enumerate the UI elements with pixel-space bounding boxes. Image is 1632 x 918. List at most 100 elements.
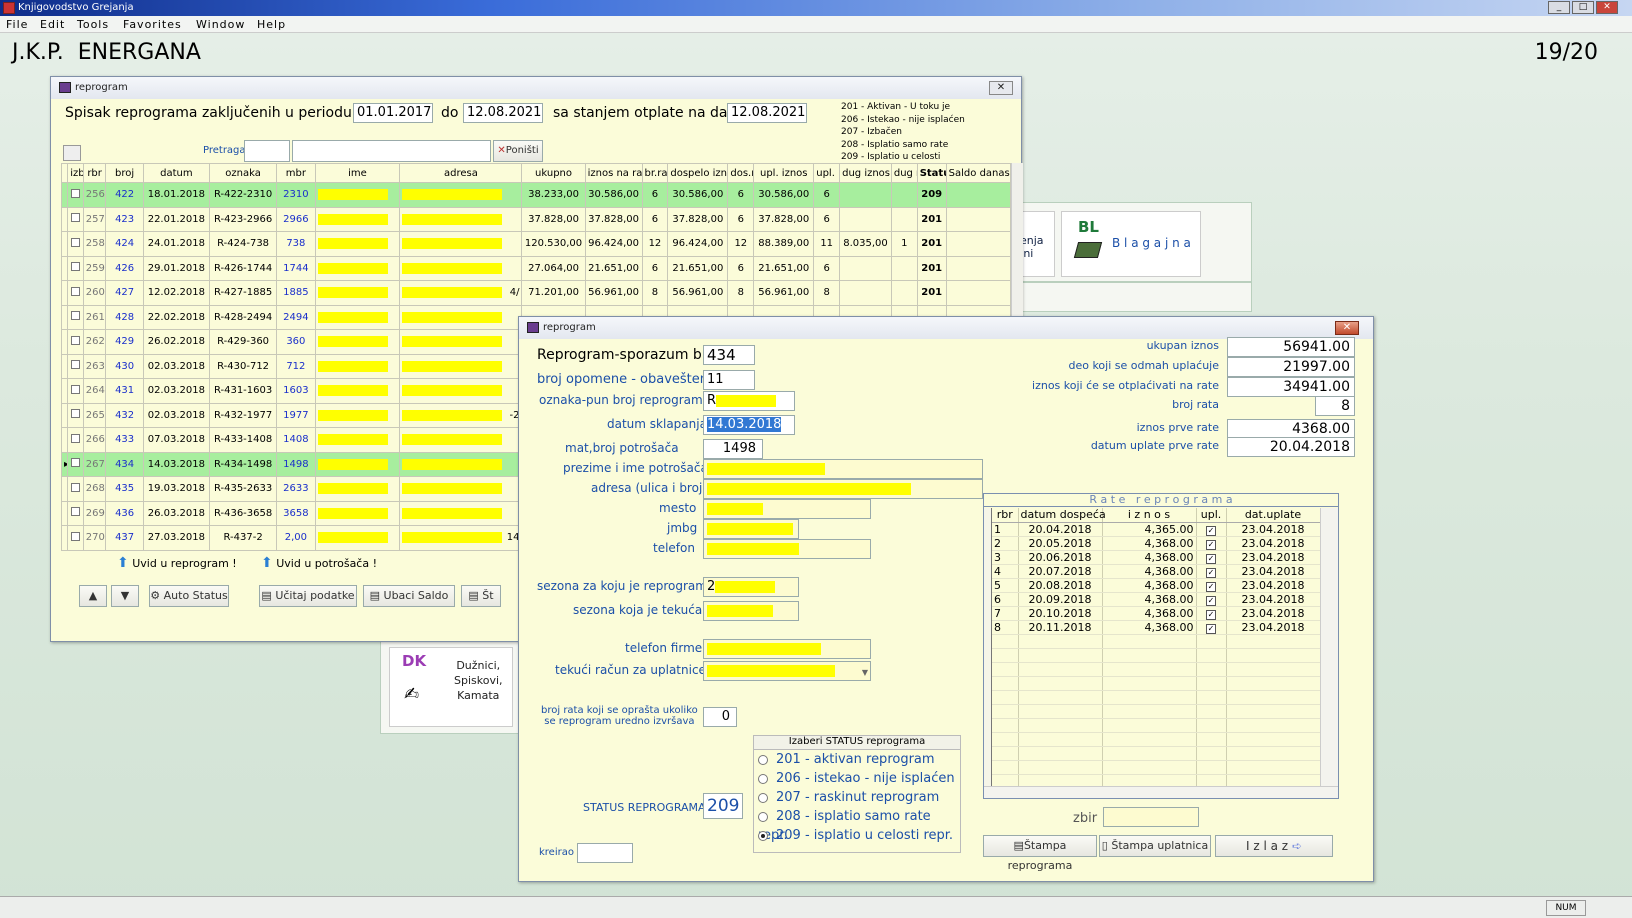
izbor-checkbox[interactable] xyxy=(67,378,84,404)
rate-row[interactable]: 8 20.11.2018 4,368.00 ✓ 23.04.2018 xyxy=(992,620,1321,635)
col-mbr[interactable]: mbr xyxy=(276,163,316,183)
prva-field[interactable]: 4368.00 xyxy=(1227,419,1355,439)
menu-window[interactable]: Window xyxy=(196,18,245,31)
jmbg-field[interactable] xyxy=(703,519,799,539)
prezime-field[interactable] xyxy=(703,459,983,479)
row-checkbox[interactable] xyxy=(70,458,80,468)
menu-tools[interactable]: Tools xyxy=(77,18,109,31)
menu-help[interactable]: Help xyxy=(257,18,286,31)
col-oznaka[interactable]: oznaka xyxy=(208,163,278,183)
col-dug-r[interactable]: dug r. xyxy=(890,163,918,183)
row-checkbox[interactable] xyxy=(70,262,80,272)
telfirme-field[interactable] xyxy=(703,639,871,659)
table-row[interactable]: 260 427 12.02.2018 R-427-1885 1885 4/71.201,0… xyxy=(61,280,1011,306)
opomene-field[interactable]: 11 xyxy=(703,370,755,390)
stampa-uplatnica-button[interactable]: ▯ Štampa uplatnica xyxy=(1099,835,1211,857)
odmah-field[interactable]: 21997.00 xyxy=(1227,357,1355,377)
checkmark-icon[interactable]: ✓ xyxy=(1206,623,1216,634)
rate-col-rbr[interactable]: rbr xyxy=(992,508,1019,523)
rate-cell-upl[interactable]: ✓ xyxy=(1196,578,1227,593)
kreirao-field[interactable] xyxy=(577,843,633,863)
izbor-checkbox[interactable] xyxy=(67,500,84,526)
rate-cell-upl[interactable]: ✓ xyxy=(1196,592,1227,607)
col-rbr[interactable]: rbr xyxy=(82,163,107,183)
row-checkbox[interactable] xyxy=(70,507,80,517)
row-checkbox[interactable] xyxy=(70,384,80,394)
col-ime[interactable]: ime xyxy=(314,163,401,183)
status-option-209[interactable]: 209 - isplatio u celosti repr. xyxy=(758,826,960,845)
checkmark-icon[interactable]: ✓ xyxy=(1206,595,1216,606)
izbor-checkbox[interactable] xyxy=(67,353,84,379)
table-row[interactable]: 257 423 22.01.2018 R-423-2966 2966 37.828,00 3… xyxy=(61,206,1011,232)
checkmark-icon[interactable]: ✓ xyxy=(1206,609,1216,620)
checkmark-icon[interactable]: ✓ xyxy=(1206,553,1216,564)
brrata-field[interactable]: 8 xyxy=(1315,396,1355,416)
tekuca-field[interactable] xyxy=(703,601,799,621)
izbor-checkbox[interactable] xyxy=(67,231,84,257)
row-checkbox[interactable] xyxy=(70,409,80,419)
izbor-checkbox[interactable] xyxy=(67,304,84,330)
row-checkbox[interactable] xyxy=(70,482,80,492)
sporazum-field[interactable]: 434 xyxy=(703,345,755,365)
move-down-button[interactable]: ▼ xyxy=(111,585,139,607)
radio-button[interactable] xyxy=(758,755,768,765)
rate-scrollbar[interactable] xyxy=(1320,508,1338,786)
sezona-field[interactable]: 2 xyxy=(703,577,799,597)
status-option-208[interactable]: 208 - isplatio samo rate repr. xyxy=(758,807,960,843)
col-dos-r[interactable]: dos.r. xyxy=(727,163,755,183)
radio-button[interactable] xyxy=(758,793,768,803)
rate-row[interactable]: 1 20.04.2018 4,365.00 ✓ 23.04.2018 xyxy=(992,522,1321,537)
rate-row[interactable]: 5 20.08.2018 4,368.00 ✓ 23.04.2018 xyxy=(992,578,1321,593)
zbir-field[interactable] xyxy=(1103,807,1199,827)
izbor-checkbox[interactable] xyxy=(67,402,84,428)
col-ukupno[interactable]: ukupno xyxy=(521,163,586,183)
oprasta-field[interactable]: 0 xyxy=(703,707,737,727)
duznici-button[interactable]: DK ✍ Dužnici, Spiskovi, Kamata xyxy=(389,647,513,727)
izbor-checkbox[interactable] xyxy=(67,525,84,551)
stampa-list-button[interactable]: ▤ Št xyxy=(461,585,501,607)
row-checkbox[interactable] xyxy=(70,188,80,198)
date-from-field[interactable]: 01.01.2017 xyxy=(353,103,433,123)
col-saldo[interactable]: Saldo danas xyxy=(945,163,1011,183)
rate-col-upl[interactable]: upl. xyxy=(1196,508,1227,523)
auto-status-button[interactable]: ⚙ Auto Status xyxy=(149,585,229,607)
move-up-button[interactable]: ▲ xyxy=(79,585,107,607)
radio-button[interactable] xyxy=(758,774,768,784)
rate-cell-upl[interactable]: ✓ xyxy=(1196,522,1227,537)
ucitaj-podatke-button[interactable]: ▤ Učitaj podatke xyxy=(259,585,357,607)
izbor-checkbox[interactable] xyxy=(67,427,84,453)
minimize-button[interactable]: _ xyxy=(1548,1,1570,14)
row-checkbox[interactable] xyxy=(70,360,80,370)
row-checkbox[interactable] xyxy=(70,237,80,247)
table-row[interactable]: 259 426 29.01.2018 R-426-1744 1744 27.064,00 2… xyxy=(61,255,1011,281)
date-to-field[interactable]: 12.08.2021 xyxy=(463,103,543,123)
ukupan-field[interactable]: 56941.00 xyxy=(1227,337,1355,357)
izbor-checkbox[interactable] xyxy=(67,280,84,306)
checkmark-icon[interactable]: ✓ xyxy=(1206,567,1216,578)
radio-button[interactable] xyxy=(758,831,768,841)
datum-sklapanja-field[interactable]: 14.03.2018 xyxy=(703,415,795,435)
checkmark-icon[interactable]: ✓ xyxy=(1206,525,1216,536)
detail-close-button[interactable]: ✕ xyxy=(1335,321,1359,335)
oznaka-field[interactable]: R xyxy=(703,391,795,411)
rate-row[interactable]: 2 20.05.2018 4,368.00 ✓ 23.04.2018 xyxy=(992,536,1321,551)
col-izbo[interactable]: izbo xyxy=(67,163,84,183)
col-dospelo[interactable]: dospelo izn. xyxy=(667,163,729,183)
izbor-checkbox[interactable] xyxy=(67,329,84,355)
close-app-button[interactable]: ✕ xyxy=(1596,1,1618,14)
table-row[interactable]: 256 422 18.01.2018 R-422-2310 2310 38.233,00 3… xyxy=(61,182,1011,208)
ubaci-saldo-button[interactable]: ▤ Ubaci Saldo xyxy=(363,585,455,607)
adresa-field[interactable] xyxy=(703,479,983,499)
stanje-date-field[interactable]: 12.08.2021 xyxy=(727,103,807,123)
status-reprograma-field[interactable]: 209 xyxy=(703,793,743,819)
status-option-207[interactable]: 207 - raskinut reprogram xyxy=(758,788,960,807)
rate-col-datuplate[interactable]: dat.uplate xyxy=(1226,508,1321,523)
rate-cell-upl[interactable]: ✓ xyxy=(1196,564,1227,579)
racun-select[interactable]: ▼ xyxy=(703,661,871,681)
rate-row[interactable]: 4 20.07.2018 4,368.00 ✓ 23.04.2018 xyxy=(992,564,1321,579)
row-checkbox[interactable] xyxy=(70,213,80,223)
rate-cell-upl[interactable]: ✓ xyxy=(1196,620,1227,635)
rate-cell-upl[interactable]: ✓ xyxy=(1196,606,1227,621)
mesto-field[interactable] xyxy=(703,499,871,519)
list-close-button[interactable]: ✕ xyxy=(989,81,1013,95)
